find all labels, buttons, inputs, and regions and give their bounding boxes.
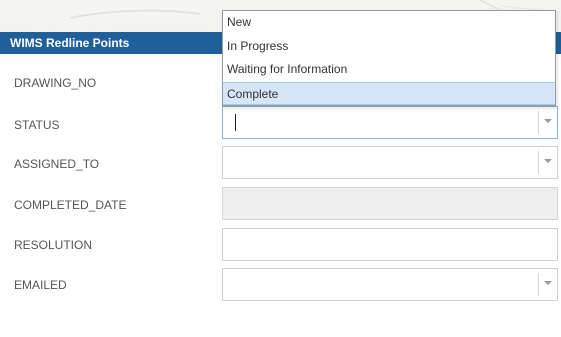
assigned-to-select[interactable] <box>222 146 558 179</box>
status-option-complete[interactable]: Complete <box>223 81 555 105</box>
dropdown-separator <box>538 273 539 296</box>
field-label-drawing-no: DRAWING_NO <box>14 76 97 90</box>
status-dropdown-list: New In Progress Waiting for Information … <box>222 10 556 106</box>
status-option-in-progress[interactable]: In Progress <box>223 35 555 59</box>
chevron-down-icon[interactable] <box>544 281 552 285</box>
field-label-resolution: RESOLUTION <box>14 238 93 252</box>
chevron-down-icon[interactable] <box>544 119 552 123</box>
edit-attributes-panel: WIMS Redline Points × DRAWING_NO STATUS … <box>0 0 561 337</box>
status-select[interactable] <box>222 106 558 139</box>
field-label-completed-date: COMPLETED_DATE <box>14 198 127 212</box>
field-label-status: STATUS <box>14 118 60 132</box>
text-caret <box>235 114 236 131</box>
dropdown-separator <box>538 151 539 174</box>
completed-date-field <box>222 187 558 220</box>
status-option-waiting-for-information[interactable]: Waiting for Information <box>223 58 555 82</box>
resolution-input[interactable] <box>222 228 558 261</box>
dropdown-separator <box>538 111 539 134</box>
emailed-select[interactable] <box>222 268 558 301</box>
status-option-new[interactable]: New <box>223 11 555 35</box>
field-label-assigned-to: ASSIGNED_TO <box>14 157 100 171</box>
panel-title: WIMS Redline Points <box>10 36 130 50</box>
chevron-down-icon[interactable] <box>544 159 552 163</box>
field-label-emailed: EMAILED <box>14 278 67 292</box>
